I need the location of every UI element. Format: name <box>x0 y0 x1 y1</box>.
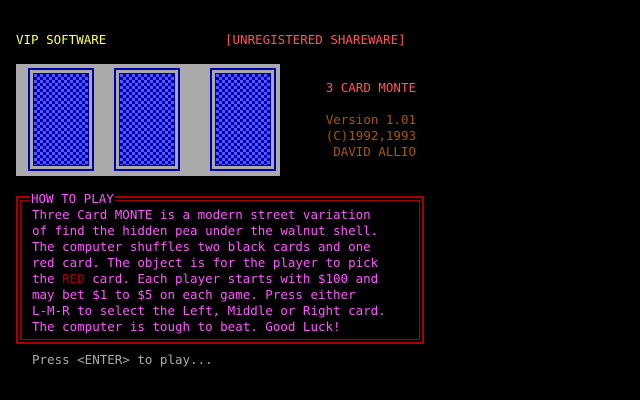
game-title: 3 CARD MONTE <box>325 80 416 95</box>
vendor-label: VIP SOFTWARE <box>16 32 107 47</box>
author-text: DAVID ALLIO <box>333 144 416 159</box>
registration-status: [UNREGISTERED SHAREWARE] <box>225 32 406 47</box>
instruction-line: the RED card. Each player starts with $1… <box>32 271 386 287</box>
right-card[interactable] <box>210 68 276 171</box>
card-back-pattern <box>33 73 89 166</box>
card-back-pattern <box>119 73 175 166</box>
instruction-line: Three Card MONTE is a modern street vari… <box>32 207 371 222</box>
instruction-line: may bet $1 to $5 on each game. Press eit… <box>32 287 356 302</box>
left-card[interactable] <box>28 68 94 171</box>
instruction-line: L-M-R to select the Left, Middle or Righ… <box>32 303 386 318</box>
how-to-play-text: Three Card MONTE is a modern street vari… <box>32 207 386 335</box>
middle-card[interactable] <box>114 68 180 171</box>
card-panel <box>16 64 280 176</box>
how-to-play-heading: HOW TO PLAY <box>30 191 115 207</box>
instruction-fragment: card. Each player starts with $100 and <box>84 271 379 286</box>
instruction-line: The computer is tough to beat. Good Luck… <box>32 319 341 334</box>
copyright-text: (C)1992,1993 <box>325 128 416 143</box>
instruction-line: The computer shuffles two black cards an… <box>32 239 371 254</box>
instruction-line: red card. The object is for the player t… <box>32 255 379 270</box>
red-highlight-word: RED <box>62 271 85 286</box>
instruction-fragment: the <box>32 271 63 286</box>
instruction-line: of find the hidden pea under the walnut … <box>32 223 379 238</box>
start-prompt[interactable]: Press <ENTER> to play... <box>32 352 213 368</box>
card-back-pattern <box>215 73 271 166</box>
version-text: Version 1.01 <box>325 112 416 127</box>
